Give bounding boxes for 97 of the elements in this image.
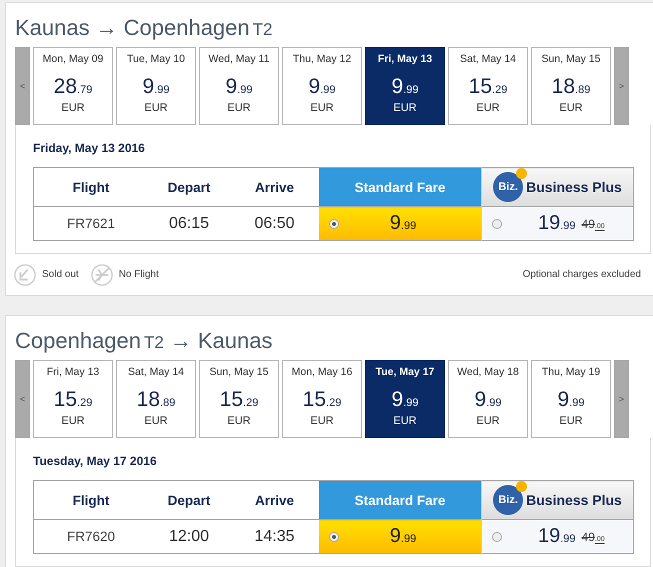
date-label: Fri, May 13 <box>46 366 100 378</box>
column-header: Depart <box>148 168 230 206</box>
currency-label: EUR <box>61 102 85 114</box>
currency-label: EUR <box>227 415 251 427</box>
fare-price: 19.99 <box>538 212 576 235</box>
flight-number: FR7621 <box>34 206 148 240</box>
date-label: Wed, May 18 <box>457 366 519 378</box>
terminal-label: T2 <box>144 333 164 353</box>
date-label: Mon, May 09 <box>42 53 104 65</box>
date-price: 15.29 <box>54 388 92 412</box>
date-tab[interactable]: Sat, May 14 15.29 EUR <box>448 47 528 125</box>
date-tab[interactable]: Mon, May 16 15.29 EUR <box>282 360 362 438</box>
currency-label: EUR <box>559 102 583 114</box>
currency-label: EUR <box>227 102 251 114</box>
fare-radio[interactable] <box>492 218 502 228</box>
fare-radio[interactable] <box>329 218 339 228</box>
date-label: Wed, May 11 <box>208 53 270 65</box>
date-label: Thu, May 19 <box>542 366 600 378</box>
date-price: 15.29 <box>468 75 508 99</box>
business-plus-label: Business Plus <box>526 492 622 508</box>
standard-fare-cell[interactable]: 9.99 <box>319 520 482 554</box>
arrive-time: 06:50 <box>230 206 319 240</box>
date-tab[interactable]: Sun, May 15 15.29 EUR <box>199 360 279 438</box>
date-price: 9.99 <box>392 75 418 99</box>
date-label: Sat, May 14 <box>460 53 516 65</box>
sold-out-icon <box>14 264 36 286</box>
date-label: Sun, May 15 <box>210 366 268 378</box>
destination-city: Kaunas <box>198 328 272 354</box>
legend-label: No Flight <box>118 269 159 280</box>
route-arrow: → <box>170 328 192 354</box>
column-header: Flight <box>34 168 148 206</box>
date-tab[interactable]: Wed, May 18 9.99 EUR <box>448 360 528 438</box>
date-price: 18.89 <box>552 75 590 99</box>
currency-label: EUR <box>144 415 168 427</box>
date-heading: Friday, May 13 2016 <box>33 141 146 155</box>
date-price: 9.99 <box>142 75 170 99</box>
date-label: Tue, May 10 <box>127 53 185 65</box>
no-flight-icon <box>90 264 113 286</box>
currency-label: EUR <box>61 415 85 427</box>
currency-label: EUR <box>559 415 583 427</box>
currency-label: EUR <box>476 415 500 427</box>
currency-label: EUR <box>310 415 334 427</box>
date-tab[interactable]: Sat, May 14 18.89 EUR <box>116 360 196 438</box>
standard-fare-header: Standard Fare <box>319 168 482 206</box>
date-label: Thu, May 12 <box>292 53 352 65</box>
date-label: Sat, May 14 <box>128 366 184 378</box>
fare-radio[interactable] <box>492 532 502 542</box>
date-tab[interactable]: Tue, May 10 9.99 EUR <box>116 47 196 125</box>
currency-label: EUR <box>476 102 500 114</box>
date-tab[interactable]: Fri, May 13 15.29 EUR <box>33 360 113 438</box>
flight-number: FR7620 <box>34 520 148 554</box>
business-plus-label: Business Plus <box>526 179 622 195</box>
date-price: 15.29 <box>302 388 342 412</box>
date-tab[interactable]: Thu, May 19 9.99 EUR <box>531 360 611 438</box>
legend-label: Sold out <box>42 269 79 280</box>
depart-time: 12:00 <box>148 520 230 554</box>
currency-label: EUR <box>393 102 417 114</box>
date-tab[interactable]: Sun, May 15 18.89 EUR <box>531 47 611 125</box>
date-price: 18.89 <box>136 388 176 412</box>
currency-label: EUR <box>144 102 168 114</box>
currency-label: EUR <box>310 102 334 114</box>
date-tab[interactable]: Wed, May 11 9.99 EUR <box>199 47 279 125</box>
standard-fare-header: Standard Fare <box>319 480 482 520</box>
date-label: Sun, May 15 <box>542 53 600 65</box>
column-header: Arrive <box>230 480 319 520</box>
currency-label: EUR <box>393 415 417 427</box>
date-label: Tue, May 17 <box>376 366 434 378</box>
date-tab[interactable]: Tue, May 17 9.99 EUR <box>365 360 445 438</box>
date-tab[interactable]: Fri, May 13 9.99 EUR <box>365 47 445 125</box>
destination-city: Copenhagen <box>124 15 250 41</box>
origin-city: Copenhagen <box>15 328 142 354</box>
standard-fare-cell[interactable]: 9.99 <box>319 206 482 240</box>
date-tab[interactable]: Mon, May 09 28.79 EUR <box>33 47 113 125</box>
date-price: 9.99 <box>308 75 336 99</box>
date-price: 15.29 <box>220 388 258 412</box>
column-header: Depart <box>148 480 230 520</box>
depart-time: 06:15 <box>148 206 230 240</box>
fare-price: 9.99 <box>390 212 418 235</box>
date-price: 9.99 <box>392 388 418 412</box>
terminal-label: T2 <box>252 20 272 40</box>
date-price: 9.99 <box>474 388 502 412</box>
charges-note: Optional charges excluded <box>522 269 641 280</box>
route-arrow: → <box>96 15 118 41</box>
date-label: Fri, May 13 <box>378 53 432 65</box>
fare-price: 9.99 <box>390 525 418 548</box>
date-label: Mon, May 16 <box>292 366 352 378</box>
arrive-time: 14:35 <box>230 520 319 554</box>
date-price: 28.79 <box>54 75 92 99</box>
date-heading: Tuesday, May 17 2016 <box>33 454 158 468</box>
column-header: Flight <box>34 480 148 520</box>
fare-radio[interactable] <box>329 532 339 542</box>
date-price: 9.99 <box>558 388 584 412</box>
date-price: 9.99 <box>226 75 252 99</box>
column-header: Arrive <box>230 168 319 206</box>
origin-city: Kaunas <box>15 15 90 41</box>
fare-price: 19.99 <box>538 525 576 548</box>
date-tab[interactable]: Thu, May 12 9.99 EUR <box>282 47 362 125</box>
